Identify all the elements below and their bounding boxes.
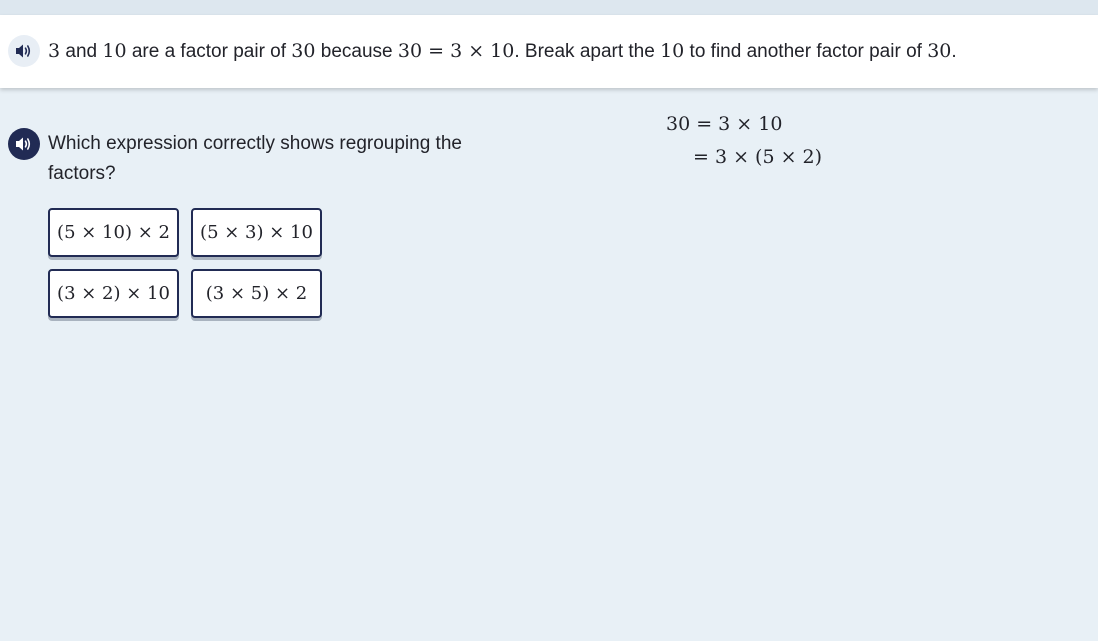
top-strip (0, 0, 1098, 15)
question-prompt: Which expression correctly shows regroup… (48, 133, 462, 184)
header-part: 10 (102, 40, 127, 62)
header-part: and (60, 41, 103, 62)
header-part: 10 (660, 40, 685, 62)
header-part: . Break apart the (514, 41, 661, 62)
speaker-icon (16, 44, 31, 58)
header-part: to find another factor pair of (684, 41, 928, 62)
work-equation-line-2: = 3 × (5 × 2) (693, 146, 823, 168)
choice-button[interactable]: (3 × 5) × 2 (191, 269, 322, 318)
header-part: 30 = 3 × 10 (397, 40, 515, 62)
choice-button[interactable]: (3 × 2) × 10 (48, 269, 179, 318)
header-part: . (951, 41, 957, 62)
header-part: 3 (48, 40, 61, 62)
work-equation-line-1: 30 = 3 × 10 (666, 113, 783, 135)
header-part: are a factor pair of (126, 41, 292, 62)
speaker-icon (16, 137, 31, 151)
question-audio-button[interactable] (8, 128, 40, 160)
choice-button[interactable]: (5 × 10) × 2 (48, 208, 179, 257)
header-part: 30 (291, 40, 316, 62)
instruction-header: 3 and 10 are a factor pair of 30 because… (0, 15, 1098, 88)
choice-button[interactable]: (5 × 3) × 10 (191, 208, 322, 257)
instruction-text: 3 and 10 are a factor pair of 30 because… (48, 39, 957, 64)
header-audio-button[interactable] (8, 35, 40, 67)
header-part: 30 (927, 40, 952, 62)
header-part: because (315, 41, 398, 62)
